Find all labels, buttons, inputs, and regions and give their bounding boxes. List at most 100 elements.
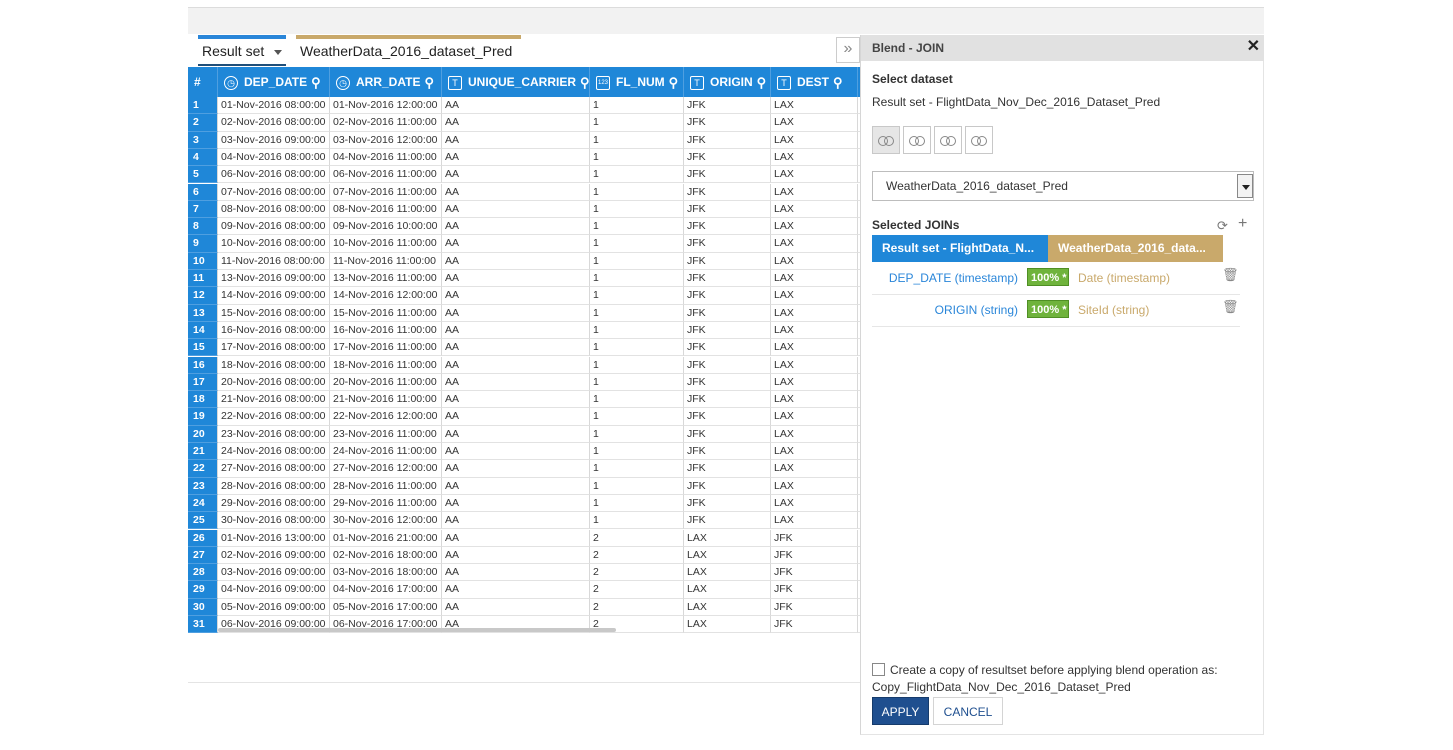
table-cell[interactable]: 08-Nov-2016 08:00:00 [218,200,330,219]
column-header[interactable]: ◷ DEP_DATE ⚲ [218,67,330,97]
table-row[interactable]: 19 22-Nov-2016 08:00:00 22-Nov-2016 12:00:… [188,408,860,426]
table-cell[interactable]: JFK [684,131,771,149]
table-cell[interactable]: JFK [771,598,858,616]
table-cell[interactable]: 1 [590,114,684,132]
table-cell[interactable]: LAX [771,200,858,219]
table-cell[interactable]: LAX [771,270,858,288]
table-cell[interactable]: 1 [590,97,684,115]
table-cell[interactable]: 02-Nov-2016 18:00:00 [330,546,442,565]
table-cell[interactable]: AA [442,148,590,167]
table-cell[interactable]: 2 [590,564,684,582]
inner-join-button[interactable] [872,126,900,154]
table-row[interactable]: 17 20-Nov-2016 08:00:00 20-Nov-2016 11:00:… [188,373,860,392]
table-cell[interactable]: LAX [771,373,858,392]
table-cell[interactable]: LAX [771,148,858,167]
search-icon[interactable]: ⚲ [580,68,589,97]
table-cell[interactable]: 27-Nov-2016 12:00:00 [330,460,442,478]
table-cell[interactable]: LAX [771,235,858,253]
table-cell[interactable]: AA [442,200,590,219]
table-cell[interactable]: 17-Nov-2016 11:00:00 [330,339,442,357]
table-cell[interactable]: LAX [684,546,771,565]
table-cell[interactable]: 10-Nov-2016 11:00:00 [330,235,442,253]
table-row[interactable]: 9 10-Nov-2016 08:00:00 10-Nov-2016 11:00:0… [188,235,860,253]
chevron-down-icon[interactable] [274,49,283,55]
chevron-down-icon[interactable] [1237,174,1253,198]
table-cell[interactable]: AA [442,512,590,530]
table-cell[interactable]: 30-Nov-2016 08:00:00 [218,512,330,530]
search-icon[interactable]: ⚲ [311,68,321,97]
table-cell[interactable]: LAX [771,287,858,305]
table-cell[interactable]: 17-Nov-2016 08:00:00 [218,339,330,357]
table-cell[interactable]: LAX [684,529,771,547]
table-cell[interactable]: 1 [590,373,684,392]
column-header[interactable]: 123 FL_NUM ⚲ [590,67,684,97]
table-cell[interactable]: 07-Nov-2016 08:00:00 [218,183,330,201]
table-cell[interactable]: JFK [684,339,771,357]
table-cell[interactable]: 04-Nov-2016 17:00:00 [330,581,442,599]
table-cell[interactable]: LAX [684,564,771,582]
table-row[interactable]: 12 14-Nov-2016 09:00:00 14-Nov-2016 12:00:… [188,287,860,305]
trash-icon[interactable]: 🗑 [1222,299,1239,315]
table-cell[interactable]: JFK [684,235,771,253]
table-cell[interactable]: LAX [771,494,858,513]
table-row[interactable]: 15 17-Nov-2016 08:00:00 17-Nov-2016 11:00:… [188,339,860,357]
table-row[interactable]: 18 21-Nov-2016 08:00:00 21-Nov-2016 11:00:… [188,391,860,409]
column-header[interactable]: T UNIQUE_CARRIER ⚲ [442,67,590,97]
table-cell[interactable]: AA [442,304,590,322]
column-header[interactable]: ◷ ARR_DATE ⚲ [330,67,442,97]
table-row[interactable]: 5 06-Nov-2016 08:00:00 06-Nov-2016 11:00:0… [188,166,860,184]
table-cell[interactable]: 16-Nov-2016 11:00:00 [330,321,442,340]
table-cell[interactable]: 1 [590,166,684,184]
table-cell[interactable]: JFK [771,564,858,582]
table-cell[interactable]: AA [442,339,590,357]
table-cell[interactable]: 15-Nov-2016 08:00:00 [218,304,330,322]
table-cell[interactable]: LAX [771,321,858,340]
column-header[interactable]: T ORIGIN ⚲ [684,67,771,97]
table-cell[interactable]: LAX [771,356,858,374]
table-cell[interactable]: JFK [684,252,771,270]
table-cell[interactable]: 1 [590,270,684,288]
table-cell[interactable]: 1 [590,287,684,305]
table-cell[interactable]: AA [442,408,590,426]
table-cell[interactable]: JFK [771,616,858,633]
table-cell[interactable]: LAX [771,183,858,201]
table-cell[interactable]: 07-Nov-2016 11:00:00 [330,183,442,201]
table-cell[interactable]: 06-Nov-2016 11:00:00 [330,166,442,184]
table-cell[interactable]: 30-Nov-2016 12:00:00 [330,512,442,530]
join-row[interactable]: DEP_DATE (timestamp) 100% * Date (timest… [872,263,1240,295]
table-cell[interactable]: JFK [684,166,771,184]
table-cell[interactable]: 1 [590,408,684,426]
table-cell[interactable]: 2 [590,546,684,565]
table-row[interactable]: 28 03-Nov-2016 09:00:00 03-Nov-2016 18:00:… [188,564,860,582]
table-cell[interactable]: 01-Nov-2016 21:00:00 [330,529,442,547]
table-cell[interactable]: LAX [771,512,858,530]
table-cell[interactable]: 03-Nov-2016 12:00:00 [330,131,442,149]
table-cell[interactable]: 22-Nov-2016 12:00:00 [330,408,442,426]
auto-join-icon[interactable]: ⟳ [1217,218,1228,234]
table-cell[interactable]: LAX [771,425,858,443]
table-cell[interactable]: LAX [771,218,858,236]
table-cell[interactable]: 20-Nov-2016 11:00:00 [330,373,442,392]
table-cell[interactable]: AA [442,373,590,392]
table-cell[interactable]: LAX [771,391,858,409]
table-cell[interactable]: AA [442,460,590,478]
table-row[interactable]: 22 27-Nov-2016 08:00:00 27-Nov-2016 12:00:… [188,460,860,478]
table-cell[interactable]: 1 [590,512,684,530]
table-cell[interactable]: JFK [684,148,771,167]
table-row[interactable]: 10 11-Nov-2016 08:00:00 11-Nov-2016 11:00:… [188,252,860,270]
table-cell[interactable]: 04-Nov-2016 08:00:00 [218,148,330,167]
table-cell[interactable]: 1 [590,252,684,270]
table-cell[interactable]: 2 [590,598,684,616]
table-cell[interactable]: LAX [684,598,771,616]
table-cell[interactable]: 11-Nov-2016 11:00:00 [330,252,442,270]
table-cell[interactable]: 29-Nov-2016 08:00:00 [218,494,330,513]
table-cell[interactable]: 05-Nov-2016 09:00:00 [218,598,330,616]
table-cell[interactable]: 06-Nov-2016 08:00:00 [218,166,330,184]
table-cell[interactable]: 1 [590,131,684,149]
table-cell[interactable]: LAX [771,339,858,357]
table-cell[interactable]: AA [442,321,590,340]
table-cell[interactable]: AA [442,218,590,236]
table-cell[interactable]: JFK [684,304,771,322]
row-number-header[interactable]: # [188,67,218,97]
table-row[interactable]: 8 09-Nov-2016 08:00:00 09-Nov-2016 10:00:0… [188,218,860,236]
